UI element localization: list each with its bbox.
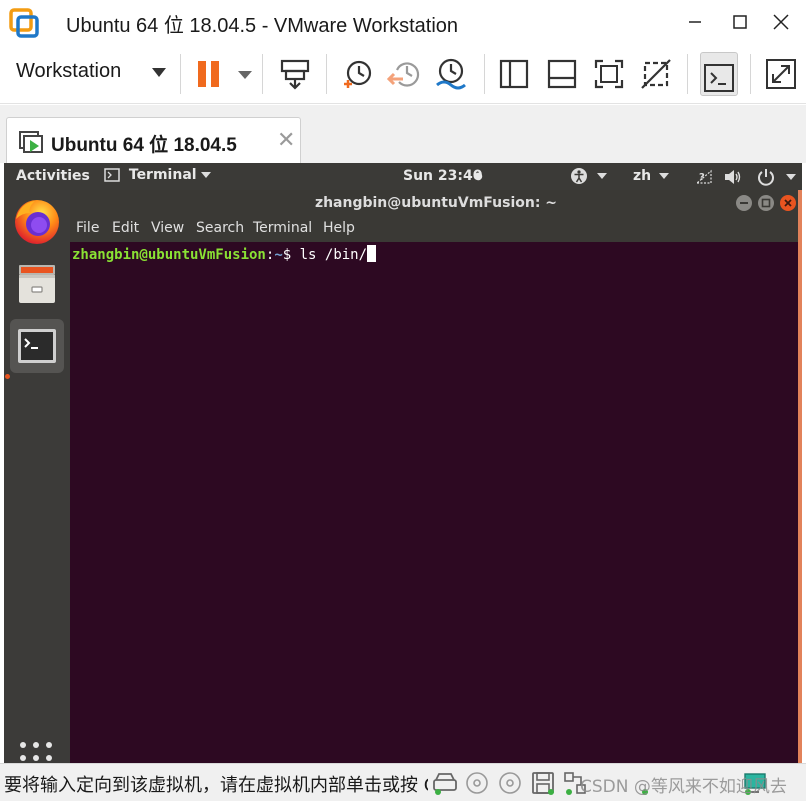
terminal-app-icon [104, 168, 120, 182]
terminal-output[interactable]: zhangbin@ubuntuVmFusion:~$ ls /bin/ [70, 242, 802, 763]
system-status-menu[interactable]: ? [695, 168, 796, 186]
terminal-maximize-button[interactable] [758, 195, 774, 211]
csdn-watermark: CSDN @等风来不如迎风去 [580, 777, 787, 797]
dock-item-firefox[interactable] [10, 193, 64, 247]
cd-dvd-icon[interactable] [464, 770, 490, 796]
text-cursor [367, 245, 377, 262]
workstation-menu[interactable]: Workstation [16, 60, 121, 83]
window-title: Ubuntu 64 位 18.04.5 - VMware Workstation [66, 15, 459, 37]
notification-dot: ● [474, 171, 483, 182]
vmware-status-bar: 要将输入定向到该虚拟机，请在虚拟机内部单击或按 Ctrl+G。 CSDN @等风… [0, 763, 806, 801]
terminal-menu-bar: File Edit View Search Terminal Help [70, 216, 802, 242]
terminal-window[interactable]: zhangbin@ubuntuVmFusion: ~ File Edit Vie… [70, 190, 802, 763]
terminal-title-bar[interactable]: zhangbin@ubuntuVmFusion: ~ [70, 190, 802, 216]
terminal-title: zhangbin@ubuntuVmFusion: ~ [314, 195, 558, 211]
clock[interactable]: Sun 23:40 [403, 168, 482, 184]
accessibility-icon [571, 168, 587, 184]
accessibility-menu[interactable] [570, 167, 607, 185]
power-options-chevron-down-icon[interactable] [228, 57, 252, 91]
take-snapshot-icon[interactable] [340, 57, 374, 91]
prompt-path: ~ [274, 247, 283, 263]
vm-tab-strip: Ubuntu 64 位 18.04.5 ✕ [0, 105, 806, 163]
stretch-guest-icon[interactable] [764, 57, 798, 91]
floppy-icon[interactable] [530, 770, 556, 796]
revert-snapshot-icon[interactable] [387, 57, 421, 91]
close-tab-icon[interactable]: ✕ [277, 128, 295, 153]
toolbar-divider [262, 54, 263, 94]
show-applications-grid-icon[interactable] [18, 740, 54, 763]
toolbar-divider [326, 54, 327, 94]
close-button[interactable] [766, 8, 796, 36]
ubuntu-dock [4, 190, 70, 763]
prompt-user-host: zhangbin@ubuntuVmFusion [72, 247, 266, 263]
pause-icon[interactable] [193, 57, 227, 91]
input-method-chevron-down-icon [659, 173, 670, 179]
typed-command: ls /bin/ [299, 247, 368, 263]
vmware-toolbar: Workstation [0, 44, 806, 104]
guest-window-edge [798, 190, 802, 763]
show-thumbnail-bar-icon[interactable] [545, 57, 579, 91]
input-method-menu[interactable]: zh [633, 168, 670, 184]
maximize-button[interactable] [725, 8, 755, 36]
running-indicator [5, 374, 10, 379]
power-icon [757, 169, 774, 186]
activities-button[interactable]: Activities [16, 168, 90, 184]
app-menu[interactable]: Terminal [104, 167, 211, 187]
menu-edit[interactable]: Edit [112, 220, 139, 236]
menu-search[interactable]: Search [196, 220, 244, 236]
menu-help[interactable]: Help [323, 220, 355, 236]
send-ctrl-alt-del-icon[interactable] [278, 57, 312, 91]
toolbar-divider [687, 54, 688, 94]
app-menu-label: Terminal [128, 167, 197, 183]
unity-mode-icon[interactable] [639, 57, 673, 91]
files-cabinet-icon [19, 265, 55, 303]
menu-file[interactable]: File [76, 220, 99, 236]
svg-text:?: ? [699, 172, 705, 183]
menu-terminal[interactable]: Terminal [253, 220, 312, 236]
input-method-label: zh [633, 168, 652, 184]
prompt-symbol: $ [282, 247, 300, 263]
show-library-icon[interactable] [497, 57, 531, 91]
cd-dvd-2-icon[interactable] [497, 770, 523, 796]
volume-icon [724, 170, 741, 184]
dock-item-terminal[interactable] [10, 319, 64, 373]
vmware-app-icon[interactable] [9, 8, 39, 38]
toolbar-divider [750, 54, 751, 94]
menu-view[interactable]: View [151, 220, 184, 236]
hard-disk-icon[interactable] [432, 770, 458, 796]
system-menu-chevron-down-icon [785, 174, 796, 180]
guest-display[interactable]: Activities Terminal Sun 23:40 ● zh ? zha… [4, 163, 802, 763]
vmware-title-bar: Ubuntu 64 位 18.04.5 - VMware Workstation [0, 0, 806, 44]
minimize-button[interactable] [680, 8, 710, 36]
firefox-icon [15, 200, 59, 244]
gnome-top-bar: Activities Terminal Sun 23:40 ● zh ? [4, 163, 802, 190]
terminal-close-button[interactable] [780, 195, 796, 211]
command-line: zhangbin@ubuntuVmFusion:~$ ls /bin/ [72, 245, 377, 263]
tab-ubuntu-vm[interactable]: Ubuntu 64 位 18.04.5 ✕ [6, 117, 301, 163]
dock-item-files[interactable] [10, 257, 64, 311]
status-message: 要将输入定向到该虚拟机，请在虚拟机内部单击或按 Ctrl+G。 [4, 775, 428, 796]
toolbar-divider [484, 54, 485, 94]
console-view-icon[interactable] [702, 62, 736, 96]
tab-label: Ubuntu 64 位 18.04.5 [51, 135, 237, 156]
toolbar-divider [180, 54, 181, 94]
accessibility-chevron-down-icon [596, 173, 607, 179]
app-menu-chevron-down-icon [200, 172, 211, 178]
snapshot-manager-icon[interactable] [434, 57, 468, 91]
terminal-minimize-button[interactable] [736, 195, 752, 211]
full-screen-icon[interactable] [592, 57, 626, 91]
terminal-icon [18, 329, 56, 363]
network-unknown-icon: ? [695, 169, 712, 184]
running-vm-icon [18, 130, 44, 156]
workstation-menu-chevron-down-icon[interactable] [152, 68, 166, 77]
